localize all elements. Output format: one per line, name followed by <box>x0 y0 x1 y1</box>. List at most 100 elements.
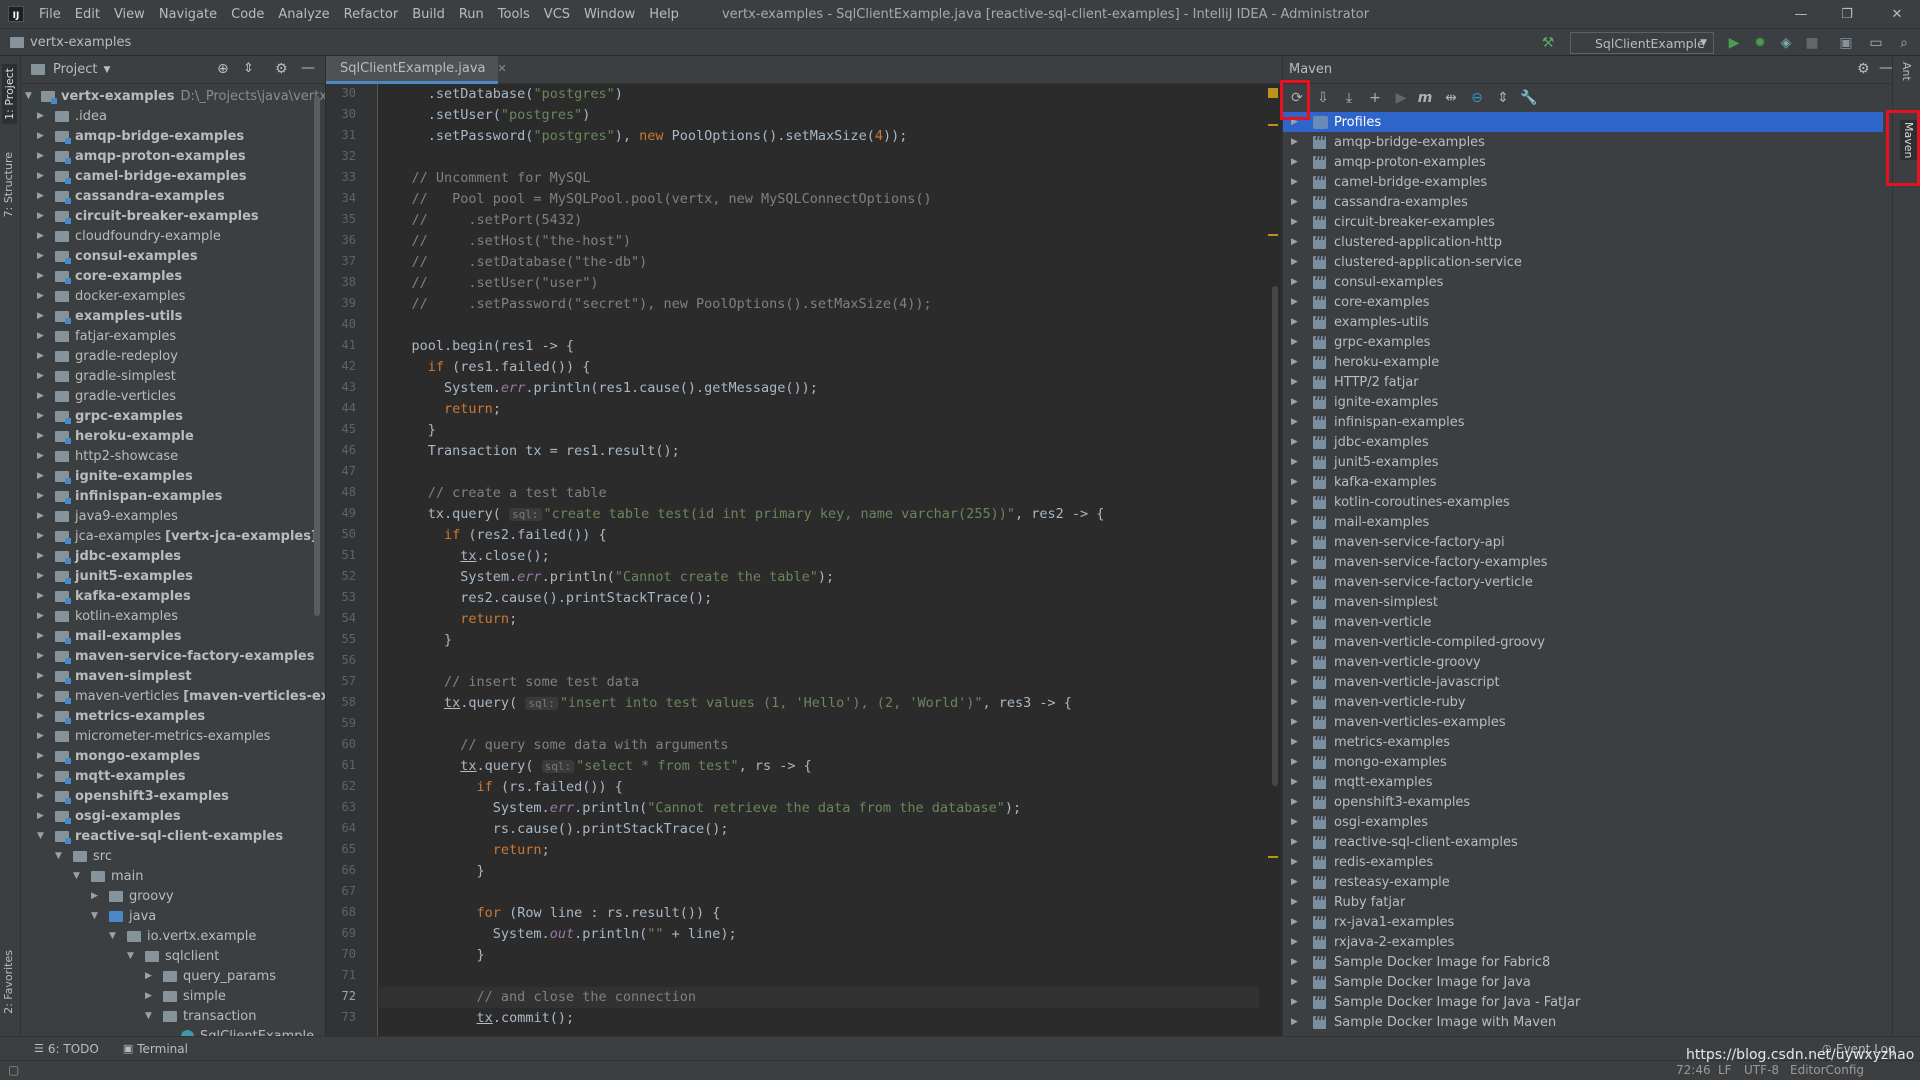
menu-item-run[interactable]: Run <box>452 7 491 22</box>
chevron-right-icon[interactable]: ▶ <box>37 791 49 801</box>
minimize-icon[interactable]: — <box>1778 0 1824 28</box>
chevron-right-icon[interactable]: ▶ <box>37 211 49 221</box>
chevron-right-icon[interactable]: ▶ <box>37 411 49 421</box>
tree-item[interactable]: ▶ .idea <box>21 106 107 126</box>
chevron-right-icon[interactable]: ▶ <box>37 631 49 641</box>
tree-item[interactable]: ▶ grpc-examples <box>21 406 183 426</box>
chevron-right-icon[interactable]: ▶ <box>1291 737 1303 747</box>
chevron-right-icon[interactable]: ▶ <box>37 151 49 161</box>
code-line[interactable]: System.err.println("Cannot create the ta… <box>379 567 1259 588</box>
maven-project-item[interactable]: ▶ mqtt-examples <box>1283 772 1883 792</box>
maven-project-item[interactable]: ▶ circuit-breaker-examples <box>1283 212 1883 232</box>
maven-project-item[interactable]: ▶ reactive-sql-client-examples <box>1283 832 1883 852</box>
tree-item[interactable]: ▶ gradle-redeploy <box>21 346 178 366</box>
chevron-right-icon[interactable]: ▶ <box>37 571 49 581</box>
chevron-right-icon[interactable]: ▶ <box>1291 1017 1303 1027</box>
chevron-right-icon[interactable]: ▶ <box>1291 337 1303 347</box>
wrench-icon[interactable]: 🔧 <box>1519 88 1539 108</box>
code-line[interactable]: } <box>379 630 1259 651</box>
tree-item[interactable]: ▶ fatjar-examples <box>21 326 176 346</box>
tree-item[interactable]: ▼ sqlclient <box>21 946 219 966</box>
chevron-right-icon[interactable]: ▶ <box>1291 857 1303 867</box>
chevron-right-icon[interactable]: ▶ <box>1291 357 1303 367</box>
tree-item[interactable]: ▶ metrics-examples <box>21 706 205 726</box>
tree-item[interactable]: ▶ osgi-examples <box>21 806 181 826</box>
chevron-right-icon[interactable]: ▶ <box>1291 237 1303 247</box>
code-line[interactable]: .setPassword("postgres"), new PoolOption… <box>379 126 1259 147</box>
tree-item[interactable]: ▶ query_params <box>21 966 276 986</box>
chevron-right-icon[interactable]: ▶ <box>1291 897 1303 907</box>
maven-project-item[interactable]: ▶ maven-verticle-groovy <box>1283 652 1883 672</box>
maven-project-item[interactable]: ▶ maven-verticle <box>1283 612 1883 632</box>
chevron-right-icon[interactable]: ▶ <box>1291 537 1303 547</box>
tree-item[interactable]: ▶ kotlin-examples <box>21 606 178 626</box>
run-icon[interactable]: ▶ <box>1391 88 1411 108</box>
error-stripe-mark[interactable] <box>1268 856 1278 858</box>
code-line[interactable] <box>379 462 1259 483</box>
maven-project-item[interactable]: ▶ rx-java1-examples <box>1283 912 1883 932</box>
menu-item-view[interactable]: View <box>107 7 152 22</box>
execute-goal-icon[interactable]: m <box>1415 88 1435 108</box>
chevron-right-icon[interactable]: ▶ <box>1291 517 1303 527</box>
tree-item[interactable]: ▶ micrometer-metrics-examples <box>21 726 270 746</box>
hide-icon[interactable]: — <box>1879 60 1893 76</box>
sdk-icon[interactable]: ▭ <box>1868 35 1884 51</box>
build-hammer-icon[interactable]: ⚒ <box>1540 35 1556 51</box>
tree-item[interactable]: ▶ heroku-example <box>21 426 194 446</box>
chevron-right-icon[interactable]: ▶ <box>37 331 49 341</box>
chevron-right-icon[interactable]: ▶ <box>37 431 49 441</box>
tree-item[interactable]: ▶ maven-service-factory-examples <box>21 646 314 666</box>
breadcrumb[interactable]: vertx-examples <box>10 35 131 50</box>
chevron-down-icon[interactable]: ▼ <box>103 65 110 75</box>
editor-scrollbar[interactable] <box>1272 286 1278 786</box>
chevron-right-icon[interactable]: ▶ <box>1291 457 1303 467</box>
code-line[interactable]: tx.query( sql: "create table test(id int … <box>379 504 1259 525</box>
chevron-right-icon[interactable]: ▶ <box>37 711 49 721</box>
tree-item[interactable]: ▶ simple <box>21 986 226 1006</box>
menu-item-file[interactable]: File <box>32 7 68 22</box>
tree-item[interactable]: ▶ ignite-examples <box>21 466 193 486</box>
download-icon[interactable]: ⤓ <box>1339 88 1359 108</box>
tree-root[interactable]: ▼ vertx-examples D:\_Projects\java\vertx… <box>21 86 325 106</box>
code-line[interactable] <box>379 147 1259 168</box>
menu-item-refactor[interactable]: Refactor <box>337 7 406 22</box>
tree-item[interactable]: ▼ transaction <box>21 1006 256 1026</box>
maven-project-item[interactable]: ▶ metrics-examples <box>1283 732 1883 752</box>
maven-project-item[interactable]: ▶ mail-examples <box>1283 512 1883 532</box>
chevron-right-icon[interactable]: ▶ <box>1291 677 1303 687</box>
maven-project-item[interactable]: ▶ junit5-examples <box>1283 452 1883 472</box>
chevron-right-icon[interactable]: ▶ <box>1291 977 1303 987</box>
maven-project-item[interactable]: ▶ rxjava-2-examples <box>1283 932 1883 952</box>
chevron-right-icon[interactable]: ▶ <box>37 651 49 661</box>
chevron-down-icon[interactable]: ▼ <box>37 831 49 841</box>
tree-item[interactable]: ▶ junit5-examples <box>21 566 193 586</box>
code-line[interactable]: // create a test table <box>379 483 1259 504</box>
chevron-right-icon[interactable]: ▶ <box>37 291 49 301</box>
debug-icon[interactable]: ✹ <box>1752 35 1768 51</box>
code-line[interactable]: // .setHost("the-host") <box>379 231 1259 252</box>
locate-icon[interactable]: ⊕ <box>217 61 229 77</box>
chevron-right-icon[interactable]: ▶ <box>37 111 49 121</box>
maven-project-item[interactable]: ▶ kafka-examples <box>1283 472 1883 492</box>
chevron-right-icon[interactable]: ▶ <box>37 171 49 181</box>
chevron-right-icon[interactable]: ▶ <box>37 671 49 681</box>
code-line[interactable]: // and close the connection <box>379 987 1259 1008</box>
chevron-right-icon[interactable]: ▶ <box>37 351 49 361</box>
collapse-all-icon[interactable]: ⇕ <box>243 61 254 76</box>
chevron-down-icon[interactable]: ▼ <box>127 951 139 961</box>
chevron-right-icon[interactable]: ▶ <box>1291 597 1303 607</box>
chevron-right-icon[interactable]: ▶ <box>37 371 49 381</box>
tree-item[interactable]: ▶ java9-examples <box>21 506 178 526</box>
tree-item[interactable]: ▶ gradle-simplest <box>21 366 176 386</box>
chevron-right-icon[interactable]: ▶ <box>37 271 49 281</box>
chevron-right-icon[interactable]: ▶ <box>1291 577 1303 587</box>
chevron-right-icon[interactable]: ▶ <box>1291 277 1303 287</box>
maven-project-item[interactable]: ▶ infinispan-examples <box>1283 412 1883 432</box>
chevron-right-icon[interactable]: ▶ <box>1291 777 1303 787</box>
chevron-right-icon[interactable]: ▶ <box>1291 697 1303 707</box>
chevron-right-icon[interactable]: ▶ <box>1291 617 1303 627</box>
chevron-right-icon[interactable]: ▶ <box>37 771 49 781</box>
code-line[interactable]: tx.query( sql: "select * from test", rs -… <box>379 756 1259 777</box>
chevron-right-icon[interactable]: ▶ <box>1291 417 1303 427</box>
maven-project-item[interactable]: ▶ Sample Docker Image for Fabric8 <box>1283 952 1883 972</box>
